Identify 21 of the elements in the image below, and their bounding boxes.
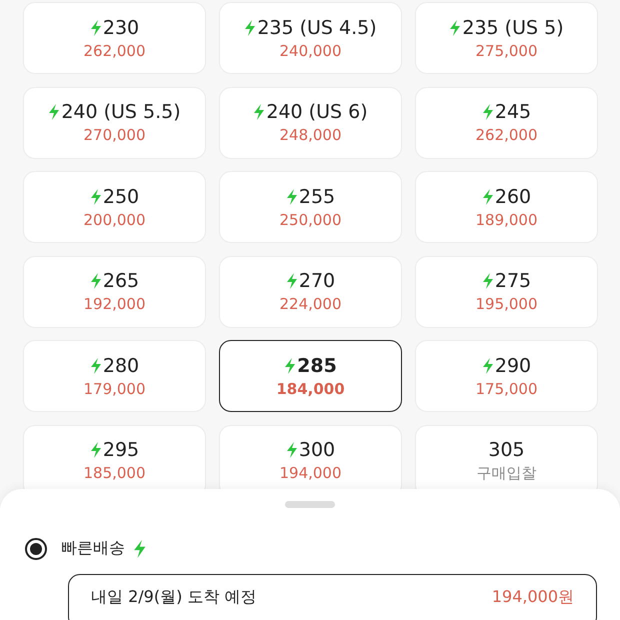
drag-handle[interactable]	[285, 500, 335, 508]
size-option[interactable]: 260 189,000	[415, 171, 598, 243]
size-option[interactable]: 270 224,000	[219, 256, 402, 328]
size-option[interactable]: 245 262,000	[415, 86, 598, 158]
delivery-option[interactable]: 내일 2/9(월) 도착 예정 194,000원	[68, 574, 597, 620]
shipping-label: 빠른배송	[61, 538, 125, 559]
size-option[interactable]: 230 262,000	[23, 2, 206, 74]
size-option[interactable]: 265 192,000	[23, 256, 206, 328]
size-option[interactable]: 290 175,000	[415, 340, 598, 412]
size-option[interactable]: 285 184,000	[219, 340, 402, 412]
radio-button[interactable]	[25, 538, 47, 560]
delivery-price: 194,000원	[492, 586, 574, 608]
arrival-date: 내일 2/9(월) 도착 예정	[91, 586, 256, 608]
size-option[interactable]: 255 250,000	[219, 171, 402, 243]
size-option[interactable]: 240 (US 6) 248,000	[219, 86, 402, 158]
size-option[interactable]: 235 (US 4.5) 240,000	[219, 2, 402, 74]
size-option[interactable]: 250 200,000	[23, 171, 206, 243]
size-option[interactable]: 280 179,000	[23, 340, 206, 412]
size-option[interactable]: 240 (US 5.5) 270,000	[23, 86, 206, 158]
size-option[interactable]: 275 195,000	[415, 256, 598, 328]
size-option[interactable]: 235 (US 5) 275,000	[415, 2, 598, 74]
